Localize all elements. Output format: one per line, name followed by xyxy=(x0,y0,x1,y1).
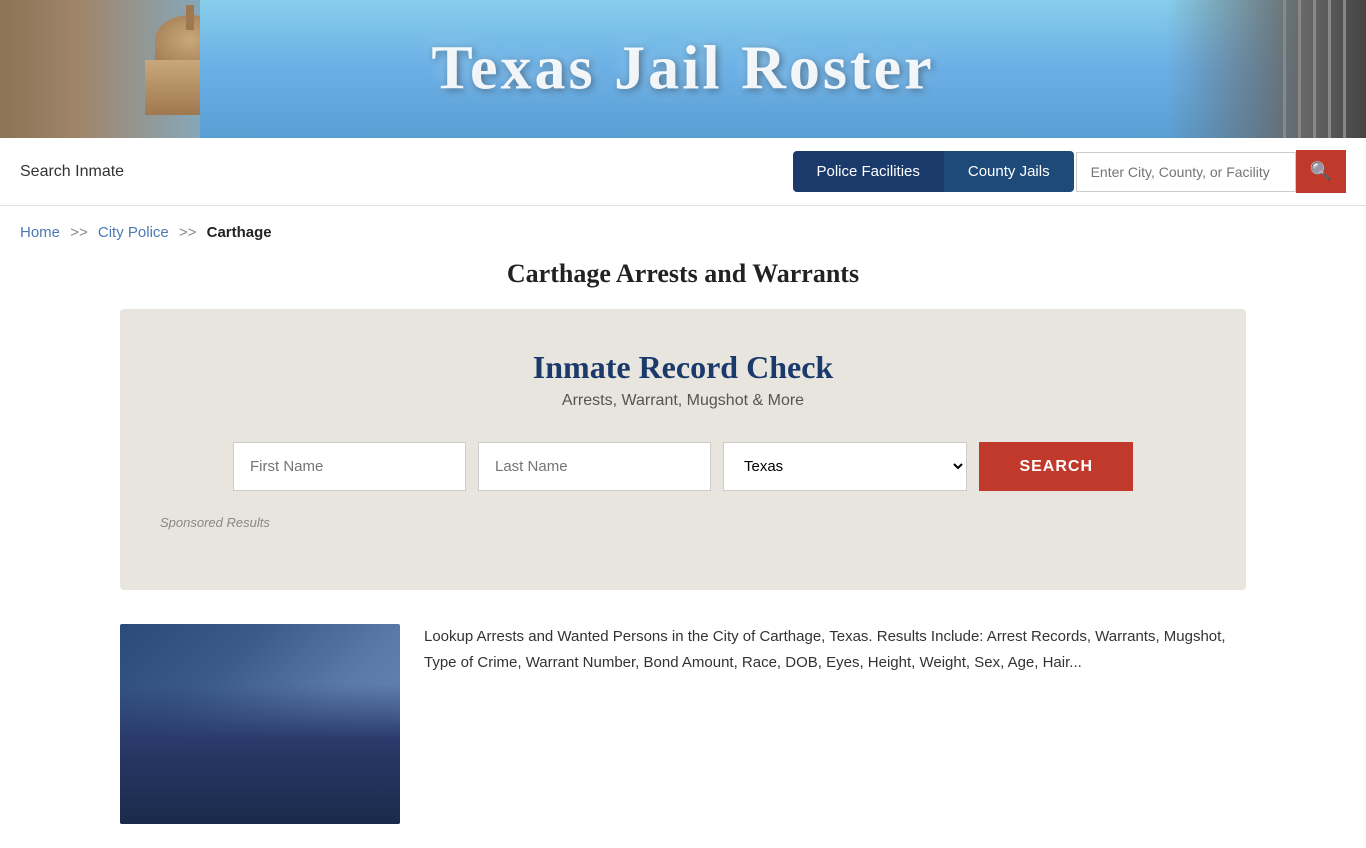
inmate-record-box: Inmate Record Check Arrests, Warrant, Mu… xyxy=(120,309,1246,590)
header-banner: Texas Jail Roster xyxy=(0,0,1366,138)
dome-top xyxy=(186,5,194,30)
building-silhouette xyxy=(120,684,400,824)
breadcrumb: Home >> City Police >> Carthage xyxy=(0,206,1366,249)
last-name-input[interactable] xyxy=(478,442,711,491)
breadcrumb-sep2: >> xyxy=(179,224,197,241)
site-title: Texas Jail Roster xyxy=(431,34,934,105)
nav-search-input[interactable] xyxy=(1076,152,1296,192)
nav-search-button[interactable]: 🔍 xyxy=(1296,150,1346,193)
bottom-description: Lookup Arrests and Wanted Persons in the… xyxy=(424,624,1246,824)
search-inmate-label: Search Inmate xyxy=(20,163,124,181)
inmate-record-subtitle: Arrests, Warrant, Mugshot & More xyxy=(562,392,804,410)
first-name-input[interactable] xyxy=(233,442,466,491)
breadcrumb-home[interactable]: Home xyxy=(20,224,60,241)
inmate-record-title: Inmate Record Check xyxy=(533,349,833,386)
county-jails-button[interactable]: County Jails xyxy=(944,151,1074,192)
inmate-search-row: AlabamaAlaskaArizonaArkansasCaliforniaCo… xyxy=(233,442,1133,491)
search-icon: 🔍 xyxy=(1310,161,1332,182)
nav-buttons: Police Facilities County Jails xyxy=(793,151,1074,192)
inmate-search-button[interactable]: SEARCH xyxy=(979,442,1133,491)
building-image xyxy=(120,624,400,824)
state-select[interactable]: AlabamaAlaskaArizonaArkansasCaliforniaCo… xyxy=(723,442,967,491)
sponsored-results-label: Sponsored Results xyxy=(160,515,270,530)
nav-bar: Search Inmate Police Facilities County J… xyxy=(0,138,1366,206)
nav-search-wrapper: 🔍 xyxy=(1076,150,1346,193)
police-facilities-button[interactable]: Police Facilities xyxy=(793,151,944,192)
bottom-section: Lookup Arrests and Wanted Persons in the… xyxy=(0,600,1366,848)
breadcrumb-sep1: >> xyxy=(70,224,88,241)
page-title: Carthage Arrests and Warrants xyxy=(0,259,1366,289)
jail-bars-image xyxy=(1166,0,1366,138)
breadcrumb-current: Carthage xyxy=(207,224,272,241)
breadcrumb-city-police[interactable]: City Police xyxy=(98,224,169,241)
